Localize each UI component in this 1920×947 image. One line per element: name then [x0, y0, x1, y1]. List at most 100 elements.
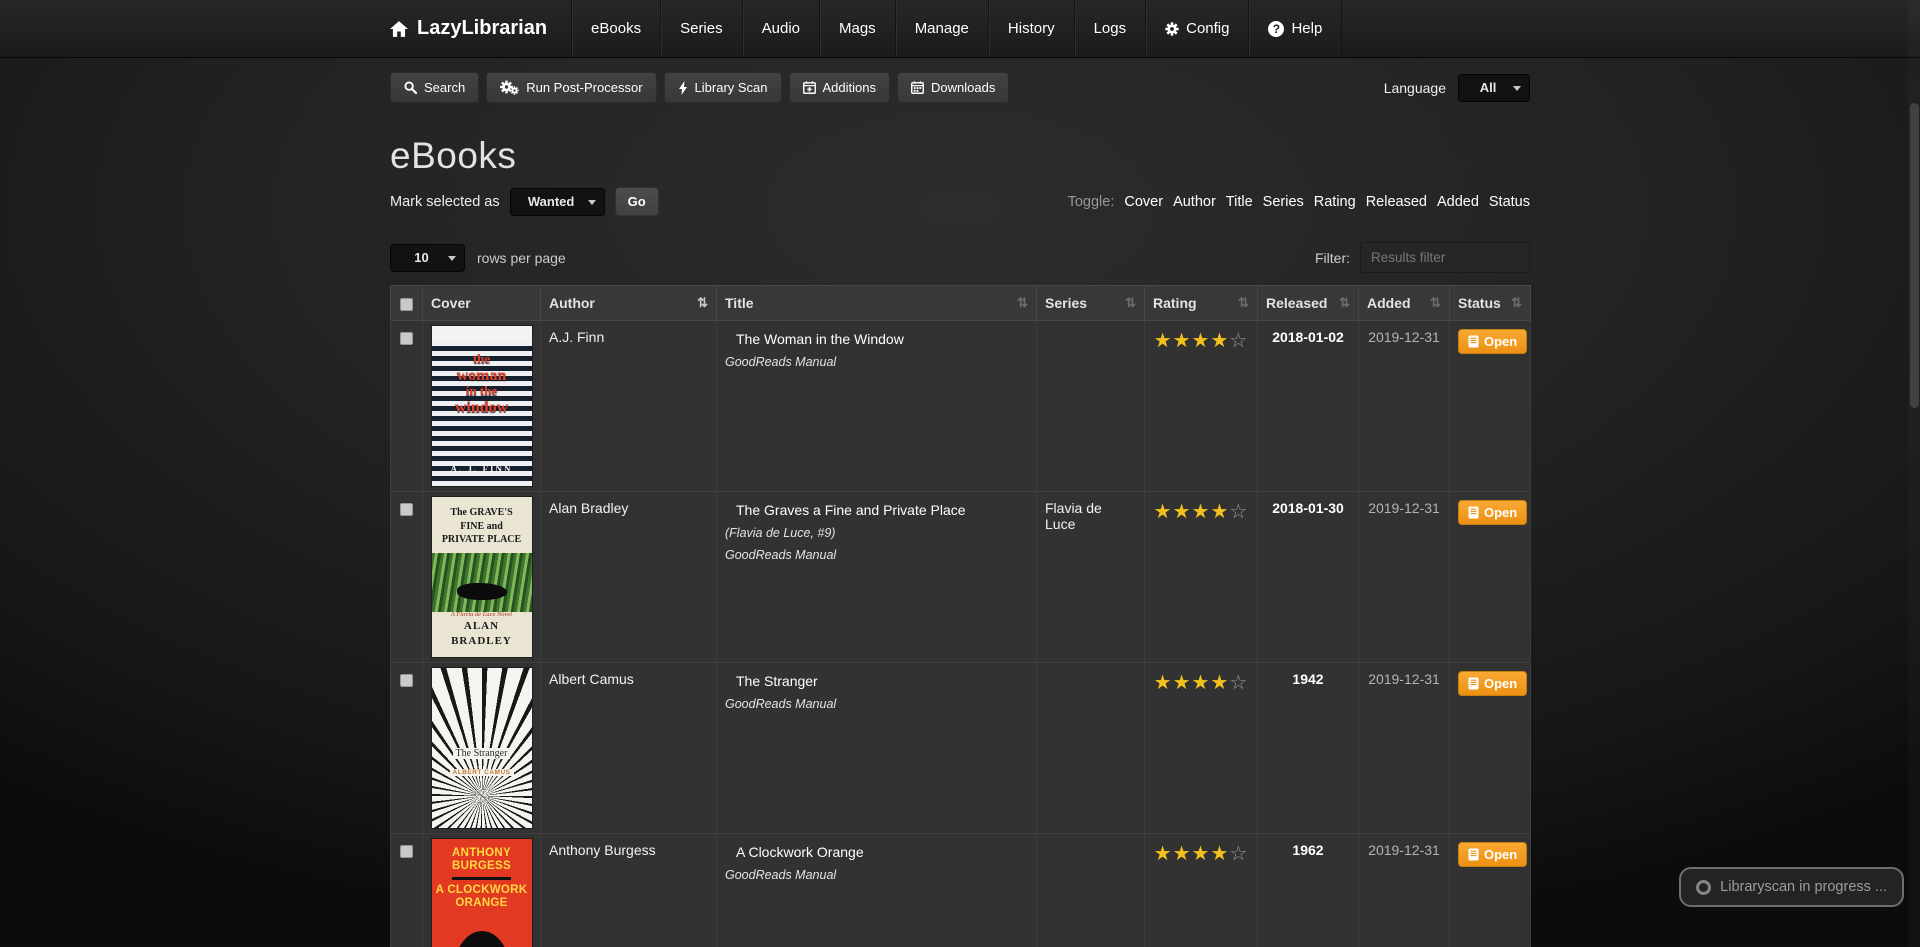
toggle-link-status[interactable]: Status — [1489, 194, 1530, 210]
star-empty-icon: ☆ — [1229, 672, 1248, 694]
cell-author: Alan Bradley — [541, 492, 717, 663]
row-checkbox[interactable] — [400, 845, 413, 858]
cell-author: Albert Camus — [541, 663, 717, 834]
select-all-checkbox[interactable] — [400, 298, 413, 311]
status-open-button[interactable]: Open — [1458, 500, 1527, 525]
cell-status: Open — [1450, 492, 1531, 663]
author-link[interactable]: Alan Bradley — [549, 500, 628, 516]
nav-item-ebooks[interactable]: eBooks — [571, 0, 660, 57]
action-toolbar: Search Run Post-Processor Library ScanAddi… — [390, 72, 1530, 103]
cover-text: A CLOCKWORK — [436, 884, 528, 897]
go-button[interactable]: Go — [615, 187, 659, 216]
sort-icon[interactable]: ⇅ — [1017, 295, 1028, 311]
status-open-button[interactable]: Open — [1458, 671, 1527, 696]
nav-item-config[interactable]: Config — [1145, 0, 1248, 57]
book-title-link[interactable]: The Woman in the Window — [725, 331, 1028, 347]
question-icon: ? — [1268, 21, 1284, 37]
toggle-link-released[interactable]: Released — [1366, 194, 1427, 210]
nav-item-history[interactable]: History — [988, 0, 1074, 57]
toolbar-button-label: Run Post-Processor — [526, 80, 642, 95]
toggle-link-author[interactable]: Author — [1173, 194, 1216, 210]
rating-stars: ★★★★☆ — [1153, 673, 1249, 693]
nav-item-help[interactable]: ?Help — [1248, 0, 1342, 57]
status-label: Open — [1484, 847, 1517, 862]
book-title-link[interactable]: A Clockwork Orange — [725, 844, 1028, 860]
mark-selected-select[interactable]: Wanted — [510, 188, 605, 216]
nav-item-mags[interactable]: Mags — [819, 0, 895, 57]
cover-text: the — [473, 352, 490, 367]
book-icon — [1468, 335, 1479, 348]
author-link[interactable]: Anthony Burgess — [549, 842, 656, 858]
nav-item-series[interactable]: Series — [660, 0, 742, 57]
toggle-link-rating[interactable]: Rating — [1314, 194, 1356, 210]
column-header-label[interactable]: Status — [1458, 295, 1501, 311]
language-select[interactable]: All — [1458, 74, 1530, 102]
status-open-button[interactable]: Open — [1458, 842, 1527, 867]
column-header-label[interactable]: Rating — [1153, 295, 1197, 311]
book-cover[interactable]: The StrangerALBERT CAMUS — [432, 668, 532, 828]
rows-per-page-select[interactable]: 10 — [390, 244, 465, 272]
nav-item-label: Audio — [762, 20, 800, 37]
search-button[interactable]: Search — [390, 72, 479, 103]
cell-status: Open — [1450, 663, 1531, 834]
table-row: The StrangerALBERT CAMUS Albert Camus The … — [391, 663, 1531, 834]
sort-icon[interactable]: ⇅ — [1238, 295, 1249, 311]
column-header-added: Added ⇅ — [1359, 286, 1450, 321]
downloads-button[interactable]: Downloads — [897, 72, 1009, 103]
book-cover[interactable]: The GRAVE'SFINE andPRIVATE PLACEA Flavia… — [432, 497, 532, 657]
cover-text: BRADLEY — [451, 634, 512, 649]
sort-icon[interactable]: ⇅ — [1125, 295, 1136, 311]
nav-item-logs[interactable]: Logs — [1074, 0, 1146, 57]
author-link[interactable]: A.J. Finn — [549, 329, 604, 345]
row-checkbox[interactable] — [400, 674, 413, 687]
run-post-processor-button[interactable]: Run Post-Processor — [486, 72, 656, 103]
nav-item-manage[interactable]: Manage — [895, 0, 988, 57]
column-header-label[interactable]: Released — [1266, 295, 1327, 311]
book-source: GoodReads Manual — [725, 697, 1028, 711]
column-header-label[interactable]: Title — [725, 295, 754, 311]
book-cover[interactable]: thewomanin thewindowA. J. FINN — [432, 326, 532, 486]
row-checkbox[interactable] — [400, 332, 413, 345]
nav-item-audio[interactable]: Audio — [742, 0, 819, 57]
brand-home-link[interactable]: LazyLibrarian — [390, 0, 571, 57]
column-header-label[interactable]: Added — [1367, 295, 1411, 311]
toggle-link-title[interactable]: Title — [1226, 194, 1253, 210]
row-checkbox[interactable] — [400, 503, 413, 516]
sort-icon[interactable]: ⇅ — [1430, 295, 1441, 311]
column-header-label[interactable]: Author — [549, 295, 595, 311]
author-link[interactable]: Albert Camus — [549, 671, 634, 687]
toggle-label: Toggle: — [1068, 194, 1115, 210]
book-title-link[interactable]: The Graves a Fine and Private Place — [725, 502, 1028, 518]
star-filled-icon: ★ — [1210, 501, 1229, 523]
results-filter-input[interactable] — [1360, 242, 1530, 273]
cell-author: A.J. Finn — [541, 321, 717, 492]
scrollbar-thumb[interactable] — [1910, 103, 1919, 408]
toast-message: Libraryscan in progress ... — [1720, 879, 1887, 895]
toggle-link-cover[interactable]: Cover — [1124, 194, 1163, 210]
sort-icon[interactable]: ⇅ — [697, 295, 708, 311]
column-header-label[interactable]: Series — [1045, 295, 1087, 311]
series-link[interactable]: Flavia de Luce — [1045, 500, 1102, 532]
book-title-link[interactable]: The Stranger — [725, 673, 1028, 689]
sort-icon[interactable]: ⇅ — [1339, 295, 1350, 311]
cell-select — [391, 321, 423, 492]
status-open-button[interactable]: Open — [1458, 329, 1527, 354]
toggle-link-series[interactable]: Series — [1263, 194, 1304, 210]
star-filled-icon: ★ — [1154, 330, 1173, 352]
book-source: GoodReads Manual — [725, 355, 1028, 369]
cell-series — [1037, 663, 1145, 834]
library-scan-button[interactable]: Library Scan — [664, 72, 782, 103]
cogs-icon — [500, 80, 519, 95]
cell-select — [391, 492, 423, 663]
calendar-icon — [911, 81, 924, 94]
gear-icon — [1165, 22, 1179, 36]
cell-cover: thewomanin thewindowA. J. FINN — [423, 321, 541, 492]
book-cover[interactable]: ANTHONYBURGESSA CLOCKWORKORANGE — [432, 839, 532, 947]
star-filled-icon: ★ — [1154, 672, 1173, 694]
nav-item-label: Manage — [915, 20, 969, 37]
toggle-link-added[interactable]: Added — [1437, 194, 1479, 210]
cover-text: The Stranger — [453, 748, 511, 759]
additions-button[interactable]: Additions — [789, 72, 890, 103]
cell-cover: The StrangerALBERT CAMUS — [423, 663, 541, 834]
sort-icon[interactable]: ⇅ — [1511, 295, 1522, 311]
